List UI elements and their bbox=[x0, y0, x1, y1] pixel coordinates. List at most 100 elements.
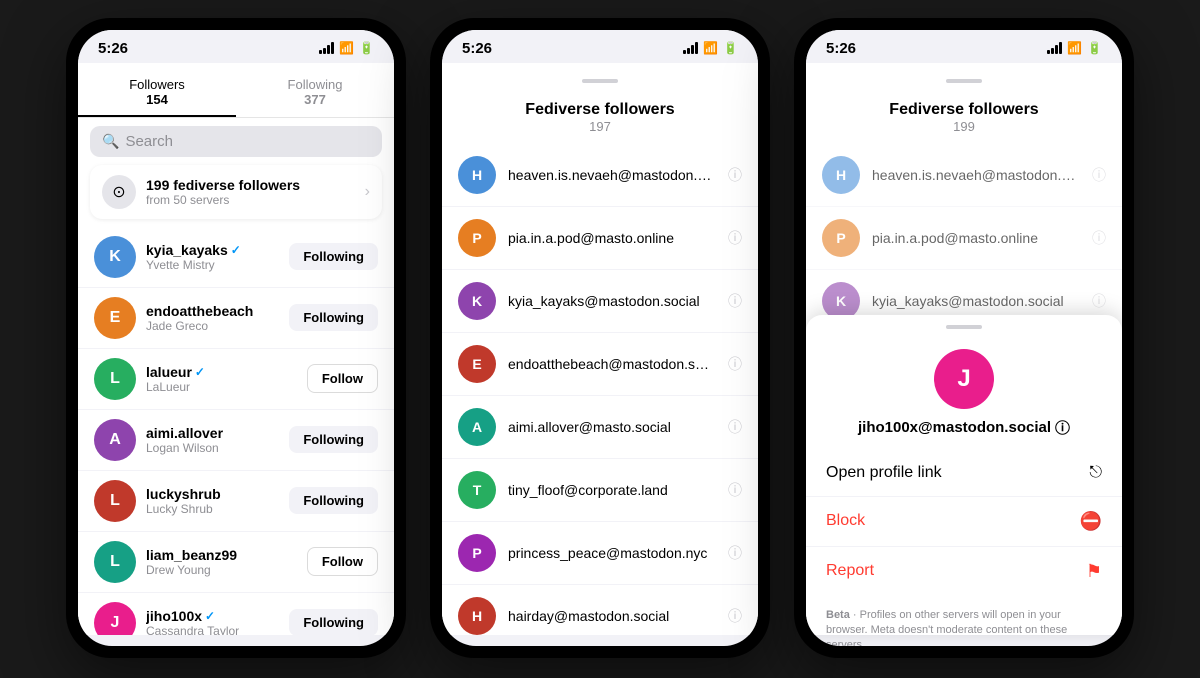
avatar: T bbox=[458, 471, 496, 509]
list-item[interactable]: K kyia_kayaks ✓ Yvette Mistry Following bbox=[78, 227, 394, 287]
fediverse-list-count-3: 199 bbox=[822, 119, 1106, 134]
info-icon[interactable]: ⓘ bbox=[728, 354, 742, 374]
beta-disclaimer: Beta · Profiles on other servers will op… bbox=[806, 596, 1122, 646]
tab-following-label: Following bbox=[236, 77, 394, 92]
list-item[interactable]: P princess_peace@mastodon.nyc ⓘ bbox=[442, 522, 758, 585]
info-icon[interactable]: ⓘ bbox=[728, 417, 742, 437]
follow-button[interactable]: Follow bbox=[307, 547, 378, 576]
user-info: kyia_kayaks ✓ Yvette Mistry bbox=[146, 242, 279, 272]
follow-button[interactable]: Follow bbox=[307, 364, 378, 393]
status-icons-2: 📶 🔋 bbox=[683, 41, 738, 55]
info-icon[interactable]: ⓘ bbox=[728, 165, 742, 185]
username: jiho100x ✓ bbox=[146, 608, 279, 624]
username: aimi.allover bbox=[146, 425, 279, 441]
fediverse-icon: ⊙ bbox=[102, 175, 136, 209]
open-profile-action[interactable]: Open profile link ⎋ bbox=[806, 450, 1122, 497]
report-action[interactable]: Report ⚑ bbox=[806, 547, 1122, 596]
user-info: lalueur ✓ LaLueur bbox=[146, 364, 297, 394]
info-icon[interactable]: ⓘ bbox=[728, 228, 742, 248]
username: luckyshrub bbox=[146, 486, 279, 502]
search-icon: 🔍 bbox=[102, 133, 119, 150]
list-item: P pia.in.a.pod@masto.online ⓘ bbox=[806, 207, 1122, 270]
info-icon[interactable]: ⓘ bbox=[728, 543, 742, 563]
list-item[interactable]: L luckyshrub Lucky Shrub Following bbox=[78, 470, 394, 531]
fediverse-title: 199 fediverse followers bbox=[146, 177, 355, 193]
tab-followers[interactable]: Followers 154 bbox=[78, 67, 236, 117]
info-icon: ⓘ bbox=[1092, 291, 1106, 311]
avatar: L bbox=[94, 480, 136, 522]
user-info: jiho100x ✓ Cassandra Taylor bbox=[146, 608, 279, 635]
status-bar-2: 5:26 📶 🔋 bbox=[442, 30, 758, 63]
user-handle: Lucky Shrub bbox=[146, 502, 279, 516]
phone-2: 5:26 📶 🔋 Fediverse foll bbox=[430, 18, 770, 658]
list-item: H heaven.is.nevaeh@mastodon.social ⓘ bbox=[806, 144, 1122, 207]
status-icons-1: 📶 🔋 bbox=[319, 41, 374, 55]
user-info: aimi.allover Logan Wilson bbox=[146, 425, 279, 455]
bottom-sheet: J jiho100x@mastodon.social ⓘ Open profil… bbox=[806, 315, 1122, 635]
avatar: L bbox=[94, 541, 136, 583]
search-bar[interactable]: 🔍 Search bbox=[90, 126, 382, 157]
avatar: H bbox=[458, 597, 496, 635]
fediverse-list-title-3: Fediverse followers bbox=[822, 101, 1106, 119]
screen-3-content: Fediverse followers 199 H heaven.is.neva… bbox=[806, 63, 1122, 635]
fediverse-row[interactable]: ⊙ 199 fediverse followers from 50 server… bbox=[90, 165, 382, 219]
following-button[interactable]: Following bbox=[289, 487, 378, 514]
list-item[interactable]: E endoatthebeach@mastodon.social ⓘ bbox=[442, 333, 758, 396]
username: kyia_kayaks ✓ bbox=[146, 242, 279, 258]
following-button[interactable]: Following bbox=[289, 609, 378, 635]
sheet-profile: J jiho100x@mastodon.social ⓘ bbox=[806, 333, 1122, 450]
fedi-username: endoatthebeach@mastodon.social bbox=[508, 356, 716, 372]
phone-1: 5:26 📶 🔋 Followers bbox=[66, 18, 406, 658]
user-handle: Drew Young bbox=[146, 563, 297, 577]
drag-handle bbox=[582, 79, 618, 83]
fedi-username: pia.in.a.pod@masto.online bbox=[872, 230, 1080, 246]
block-action[interactable]: Block ⛔ bbox=[806, 497, 1122, 547]
following-button[interactable]: Following bbox=[289, 426, 378, 453]
battery-icon: 🔋 bbox=[359, 41, 374, 55]
list-item[interactable]: H hairday@mastodon.social ⓘ bbox=[442, 585, 758, 635]
info-icon[interactable]: ⓘ bbox=[728, 606, 742, 626]
user-handle: LaLueur bbox=[146, 380, 297, 394]
following-button[interactable]: Following bbox=[289, 243, 378, 270]
fediverse-list-header: Fediverse followers 197 bbox=[442, 87, 758, 144]
list-item[interactable]: P pia.in.a.pod@masto.online ⓘ bbox=[442, 207, 758, 270]
fedi-username: hairday@mastodon.social bbox=[508, 608, 716, 624]
battery-icon: 🔋 bbox=[723, 41, 738, 55]
list-item[interactable]: T tiny_floof@corporate.land ⓘ bbox=[442, 459, 758, 522]
avatar: P bbox=[822, 219, 860, 257]
avatar: K bbox=[822, 282, 860, 320]
fedi-username: kyia_kayaks@mastodon.social bbox=[508, 293, 716, 309]
user-info: liam_beanz99 Drew Young bbox=[146, 547, 297, 577]
username: liam_beanz99 bbox=[146, 547, 297, 563]
list-item[interactable]: E endoatthebeach Jade Greco Following bbox=[78, 287, 394, 348]
info-icon[interactable]: ⓘ bbox=[728, 480, 742, 500]
list-item[interactable]: A aimi.allover@masto.social ⓘ bbox=[442, 396, 758, 459]
signal-icon bbox=[1047, 42, 1062, 54]
user-handle: Jade Greco bbox=[146, 319, 279, 333]
fediverse-subtitle: from 50 servers bbox=[146, 193, 355, 207]
list-item[interactable]: K kyia_kayaks@mastodon.social ⓘ bbox=[442, 270, 758, 333]
battery-icon: 🔋 bbox=[1087, 41, 1102, 55]
wifi-icon: 📶 bbox=[1067, 41, 1082, 55]
list-item[interactable]: H heaven.is.nevaeh@mastodon.social ⓘ bbox=[442, 144, 758, 207]
fediverse-list-title: Fediverse followers bbox=[458, 101, 742, 119]
user-handle: Cassandra Taylor bbox=[146, 624, 279, 635]
status-bar-1: 5:26 📶 🔋 bbox=[78, 30, 394, 63]
status-time-1: 5:26 bbox=[98, 40, 128, 57]
tab-following[interactable]: Following 377 bbox=[236, 67, 394, 117]
following-button[interactable]: Following bbox=[289, 304, 378, 331]
search-input[interactable]: Search bbox=[125, 133, 173, 150]
list-item[interactable]: J jiho100x ✓ Cassandra Taylor Following bbox=[78, 592, 394, 635]
report-icon: ⚑ bbox=[1086, 561, 1102, 582]
list-item[interactable]: L liam_beanz99 Drew Young Follow bbox=[78, 531, 394, 592]
info-icon[interactable]: ⓘ bbox=[728, 291, 742, 311]
open-profile-label: Open profile link bbox=[826, 464, 1089, 482]
tabs-header: Followers 154 Following 377 bbox=[78, 63, 394, 118]
fedi-username: pia.in.a.pod@masto.online bbox=[508, 230, 716, 246]
list-item[interactable]: L lalueur ✓ LaLueur Follow bbox=[78, 348, 394, 409]
status-time-3: 5:26 bbox=[826, 40, 856, 57]
fedi-username: princess_peace@mastodon.nyc bbox=[508, 545, 716, 561]
fedi-username: kyia_kayaks@mastodon.social bbox=[872, 293, 1080, 309]
list-item[interactable]: A aimi.allover Logan Wilson Following bbox=[78, 409, 394, 470]
user-handle: Yvette Mistry bbox=[146, 258, 279, 272]
